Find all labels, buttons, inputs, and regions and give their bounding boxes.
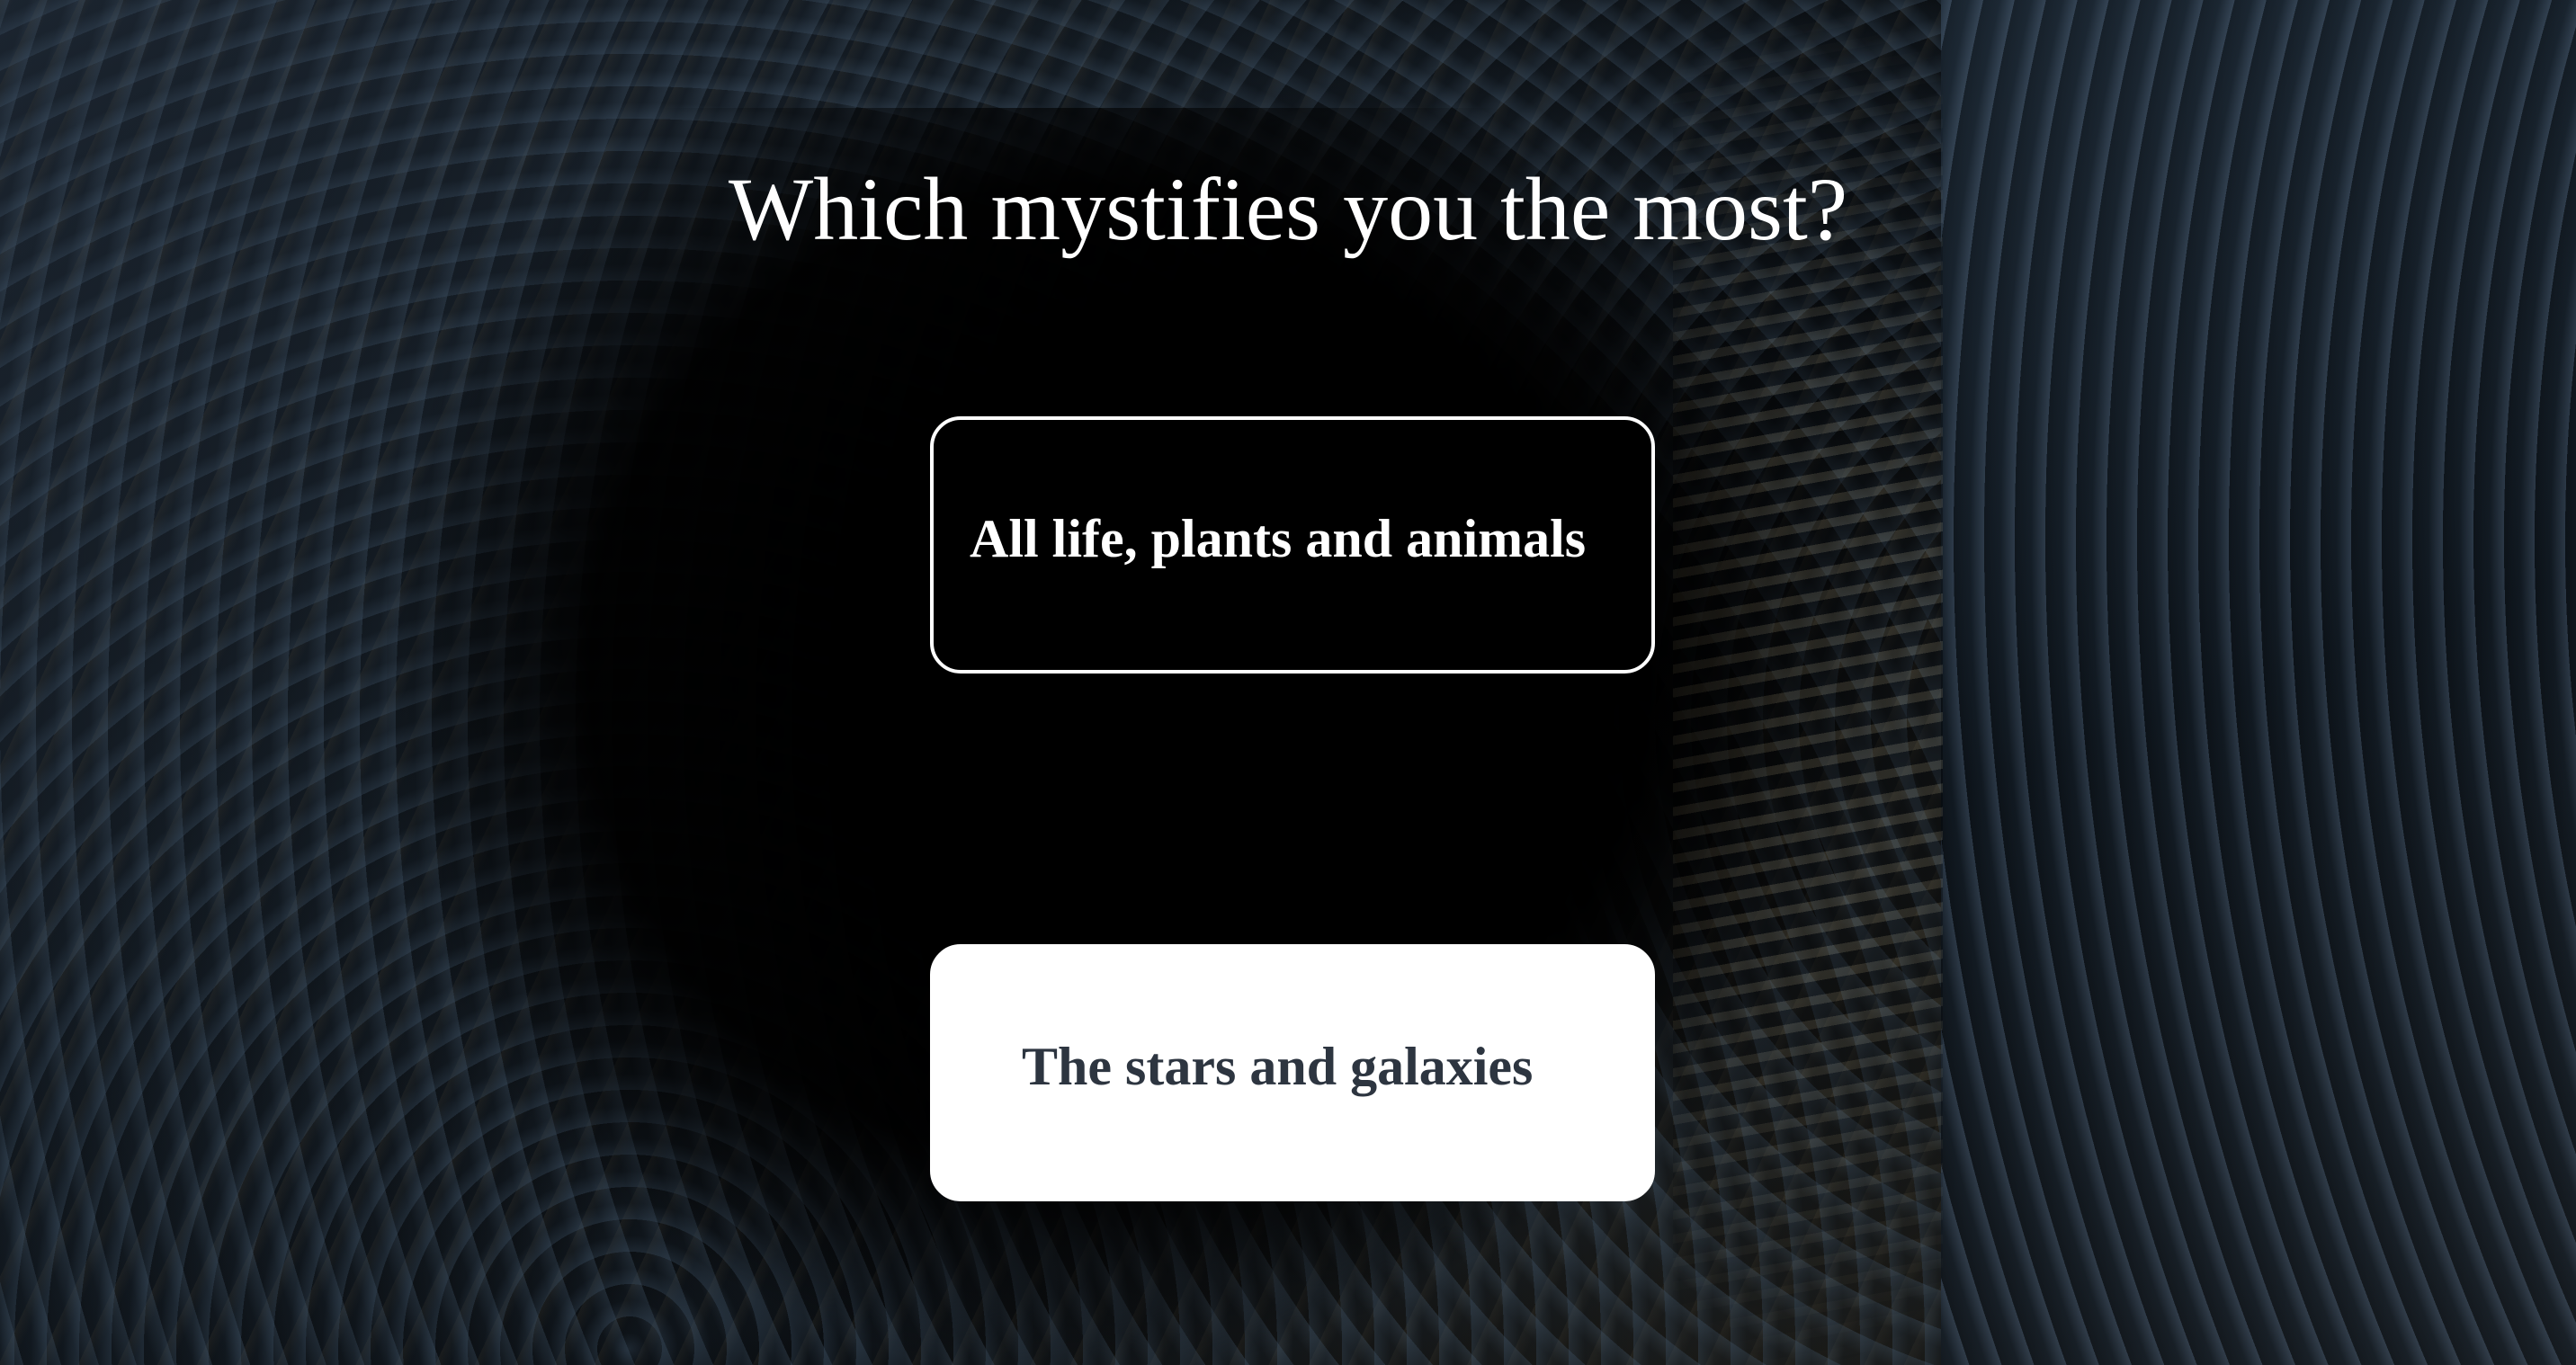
answer-option-label: The stars and galaxies [1022, 1036, 1534, 1096]
question-title: Which mystifies you the most? [728, 159, 1848, 259]
answer-option-label: All life, plants and animals [970, 508, 1587, 568]
answer-option-stars[interactable]: The stars and galaxies [930, 944, 1655, 1201]
answer-option-life[interactable]: All life, plants and animals [930, 416, 1655, 674]
quiz-screen: Which mystifies you the most? All life, … [0, 0, 2576, 1365]
